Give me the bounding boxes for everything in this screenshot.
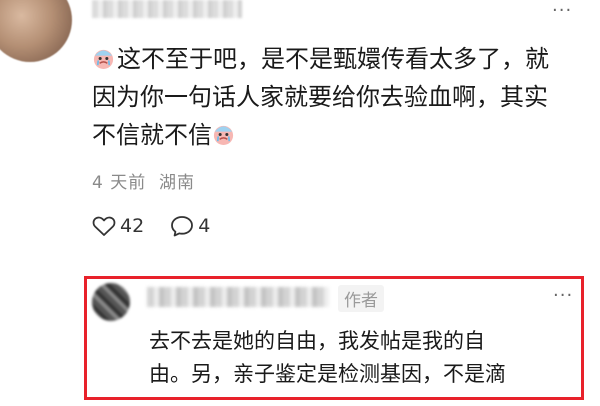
author-avatar[interactable] [92,283,130,321]
comment-meta: 4 天前 湖南 [92,168,195,193]
crying-face-icon [93,49,114,70]
reply-more-button[interactable]: ··· [553,287,573,305]
reply-text-line-2: 由。另，亲子鉴定是检测基因，不是滴 [149,362,506,386]
comment-location: 湖南 [159,173,196,193]
like-count: 42 [120,215,145,237]
comment-text-line-3: 不信就不信 [92,121,212,149]
commenter-avatar[interactable] [0,0,72,62]
comment-time: 4 天前 [92,173,147,193]
reply-count: 4 [198,215,211,237]
comment-more-button[interactable]: ··· [552,2,572,20]
author-username-blurred[interactable] [147,287,329,307]
comment-actions: 42 4 [92,215,236,237]
comment-body: 这不至于吧，是不是甄嬛传看太多了，就 因为你一句话人家就要给你去验血啊，其实 不… [92,40,582,154]
speech-bubble-icon [171,216,194,237]
reply-button[interactable]: 4 [170,215,210,237]
comment-text-line-1: 这不至于吧，是不是甄嬛传看太多了，就 [117,45,549,73]
like-button[interactable]: 42 [92,215,144,237]
reply-body: 去不去是她的自由，我发帖是我的自 由。另，亲子鉴定是检测基因，不是滴 [149,325,581,391]
commenter-username-blurred[interactable] [92,0,242,18]
author-badge: 作者 [338,285,384,312]
reply-text-line-1: 去不去是她的自由，我发帖是我的自 [149,329,485,353]
crying-face-icon [213,125,234,146]
heart-icon [92,216,116,236]
author-reply-highlight: 作者 ··· 去不去是她的自由，我发帖是我的自 由。另，亲子鉴定是检测基因，不是… [84,276,584,400]
comment-text-line-2: 因为你一句话人家就要给你去验血啊，其实 [92,83,548,111]
